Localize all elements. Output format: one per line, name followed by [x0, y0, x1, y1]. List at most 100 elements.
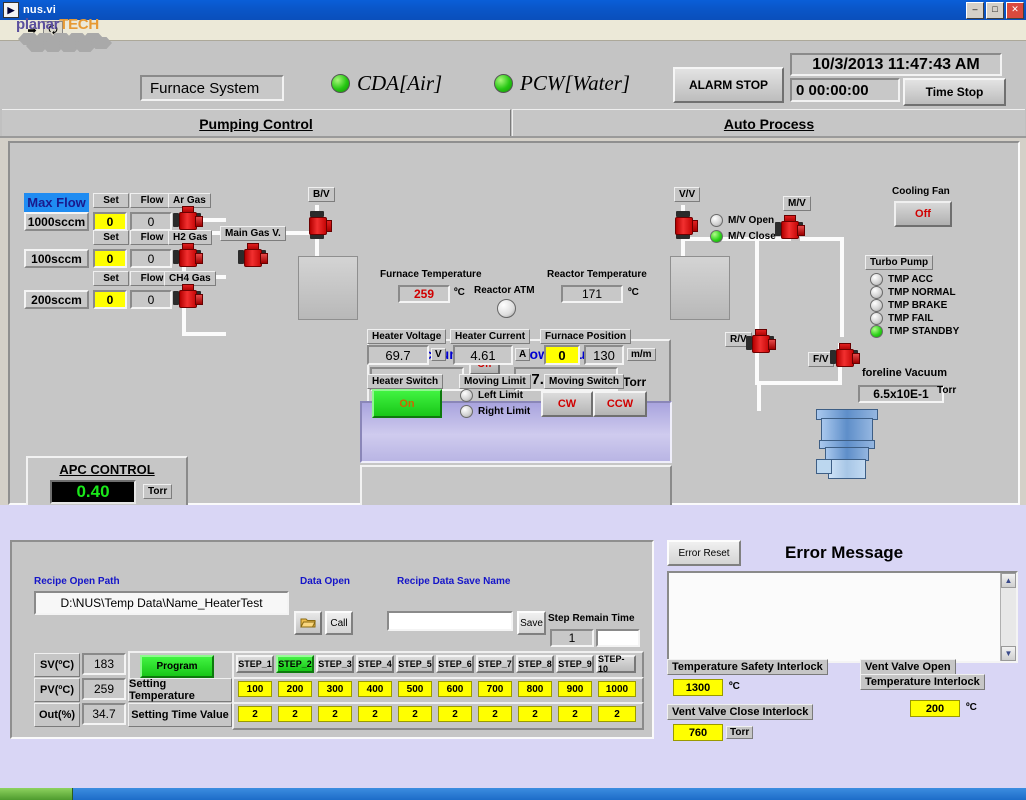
step-button-7[interactable]: STEP_7 [476, 655, 514, 673]
chamber-left [298, 256, 358, 320]
alarm-stop-button[interactable]: ALARM STOP [673, 67, 784, 103]
step-time-6[interactable]: 2 [438, 706, 472, 722]
start-button[interactable] [0, 788, 73, 800]
vv-valve-icon[interactable] [669, 211, 698, 239]
vent-open-interlock-value[interactable]: 200 [910, 700, 960, 717]
h2-set-input[interactable]: 0 [93, 249, 127, 268]
step-button-9[interactable]: STEP_9 [556, 655, 594, 673]
main-gas-valve-icon[interactable] [238, 243, 268, 271]
pv-value: 259 [82, 678, 126, 700]
step-temp-6[interactable]: 600 [438, 681, 472, 697]
turbo-pump-label: Turbo Pump [865, 255, 934, 270]
tab-pumping-control[interactable]: Pumping Control [2, 109, 511, 137]
step-time-1[interactable]: 2 [238, 706, 272, 722]
right-limit-indicator: Right Limit [460, 405, 530, 418]
recipe-save-name-field[interactable] [387, 611, 513, 631]
recipe-open-path-field[interactable]: D:\NUS\Temp Data\Name_HeaterTest [34, 591, 289, 615]
pumping-diagram-panel: Max Flow Set Flow Ar Gas 1000sccm 0 0 Se… [8, 141, 1020, 643]
step-time-3[interactable]: 2 [318, 706, 352, 722]
set-header-3: Set [93, 271, 129, 286]
maximize-icon[interactable]: □ [986, 2, 1004, 19]
fv-valve-icon[interactable] [830, 343, 860, 371]
rv-valve-icon[interactable] [746, 329, 776, 357]
reactor-atm-label: Reactor ATM [474, 285, 535, 296]
left-limit-led-icon [460, 389, 473, 402]
step-temp-7[interactable]: 700 [478, 681, 512, 697]
sv-label: SV(ºC) [34, 653, 80, 677]
minimize-icon[interactable]: – [966, 2, 984, 19]
ch4-gas-valve-icon[interactable] [173, 284, 203, 312]
mv-open-indicator: M/V Open [710, 214, 774, 227]
heater-current-label: Heater Current [450, 329, 531, 344]
step-button-3[interactable]: STEP_3 [316, 655, 354, 673]
step-temp-10[interactable]: 1000 [598, 681, 636, 697]
step-button-5[interactable]: STEP_5 [396, 655, 434, 673]
tmp-brake-indicator: TMP BRAKE [870, 299, 947, 312]
pv-label: PV(ºC) [34, 678, 80, 702]
program-button[interactable]: Program [140, 655, 214, 678]
call-button[interactable]: Call [325, 611, 353, 635]
furnace-position-unit: m/m [627, 348, 656, 361]
tab-auto-process[interactable]: Auto Process [512, 109, 1025, 137]
folder-open-icon[interactable] [294, 611, 322, 635]
planartech-logo: planarTECH [16, 16, 136, 52]
time-stop-button[interactable]: Time Stop [903, 78, 1006, 106]
bv-valve-icon[interactable] [303, 211, 332, 239]
error-reset-button[interactable]: Error Reset [667, 540, 741, 566]
step-temp-3[interactable]: 300 [318, 681, 352, 697]
cw-button[interactable]: CW [541, 391, 593, 417]
step-time-7[interactable]: 2 [478, 706, 512, 722]
ch4-max-flow-value: 200sccm [24, 290, 89, 309]
foreline-vacuum-value: 6.5x10E-1 [858, 385, 944, 403]
ch4-set-input[interactable]: 0 [93, 290, 127, 309]
step-remain-time-value: 1 [550, 629, 594, 647]
step-time-5[interactable]: 2 [398, 706, 432, 722]
step-time-10[interactable]: 2 [598, 706, 636, 722]
furnace-position-set[interactable]: 0 [544, 345, 580, 365]
foreline-vacuum-unit: Torr [937, 385, 957, 396]
step-temp-4[interactable]: 400 [358, 681, 392, 697]
heater-switch-label: Heater Switch [367, 374, 444, 389]
step-temp-8[interactable]: 800 [518, 681, 552, 697]
apc-pressure-display: 0.40 [50, 480, 136, 504]
scroll-down-icon[interactable]: ▼ [1001, 646, 1016, 661]
error-scrollbar[interactable]: ▲ ▼ [1000, 573, 1016, 661]
step-temp-9[interactable]: 900 [558, 681, 592, 697]
cooling-fan-button[interactable]: Off [894, 201, 952, 227]
heater-switch-button[interactable]: On [372, 389, 442, 418]
step-button-6[interactable]: STEP_6 [436, 655, 474, 673]
chamber-right [670, 256, 730, 320]
step-time-9[interactable]: 2 [558, 706, 592, 722]
step-button-2[interactable]: STEP_2 [276, 655, 314, 673]
out-value: 34.7 [82, 703, 126, 725]
vent-close-interlock-label: Vent Valve Close Interlock [667, 704, 814, 720]
step-button-1[interactable]: STEP_1 [236, 655, 274, 673]
moving-switch-label: Moving Switch [544, 374, 624, 389]
tmp-fail-led-icon [870, 312, 883, 325]
step-button-10[interactable]: STEP-10 [596, 654, 636, 674]
system-name-field[interactable]: Furnace System [140, 75, 284, 101]
step-time-8[interactable]: 2 [518, 706, 552, 722]
h2-gas-valve-icon[interactable] [173, 243, 203, 271]
step-button-8[interactable]: STEP_8 [516, 655, 554, 673]
ccw-button[interactable]: CCW [593, 391, 647, 417]
step-time-2[interactable]: 2 [278, 706, 312, 722]
window-title: nus.vi [23, 4, 56, 16]
scroll-up-icon[interactable]: ▲ [1001, 573, 1016, 588]
step-button-4[interactable]: STEP_4 [356, 655, 394, 673]
vent-close-interlock-value[interactable]: 760 [673, 724, 723, 741]
step-temp-1[interactable]: 100 [238, 681, 272, 697]
step-temp-5[interactable]: 500 [398, 681, 432, 697]
mv-valve-icon[interactable] [775, 215, 805, 243]
close-icon[interactable]: ✕ [1006, 2, 1024, 19]
ar-set-input[interactable]: 0 [93, 212, 127, 231]
temp-safety-interlock-value[interactable]: 1300 [673, 679, 723, 696]
save-button[interactable]: Save [517, 611, 546, 635]
error-message-box[interactable]: ▲ ▼ [667, 571, 1018, 663]
step-temp-2[interactable]: 200 [278, 681, 312, 697]
heater-voltage-unit: V [431, 348, 446, 361]
step-time-4[interactable]: 2 [358, 706, 392, 722]
window-titlebar: ▶ nus.vi – □ ✕ [0, 0, 1026, 20]
ar-max-flow-value: 1000sccm [24, 212, 89, 231]
reactor-temp-value: 171 [561, 285, 623, 303]
